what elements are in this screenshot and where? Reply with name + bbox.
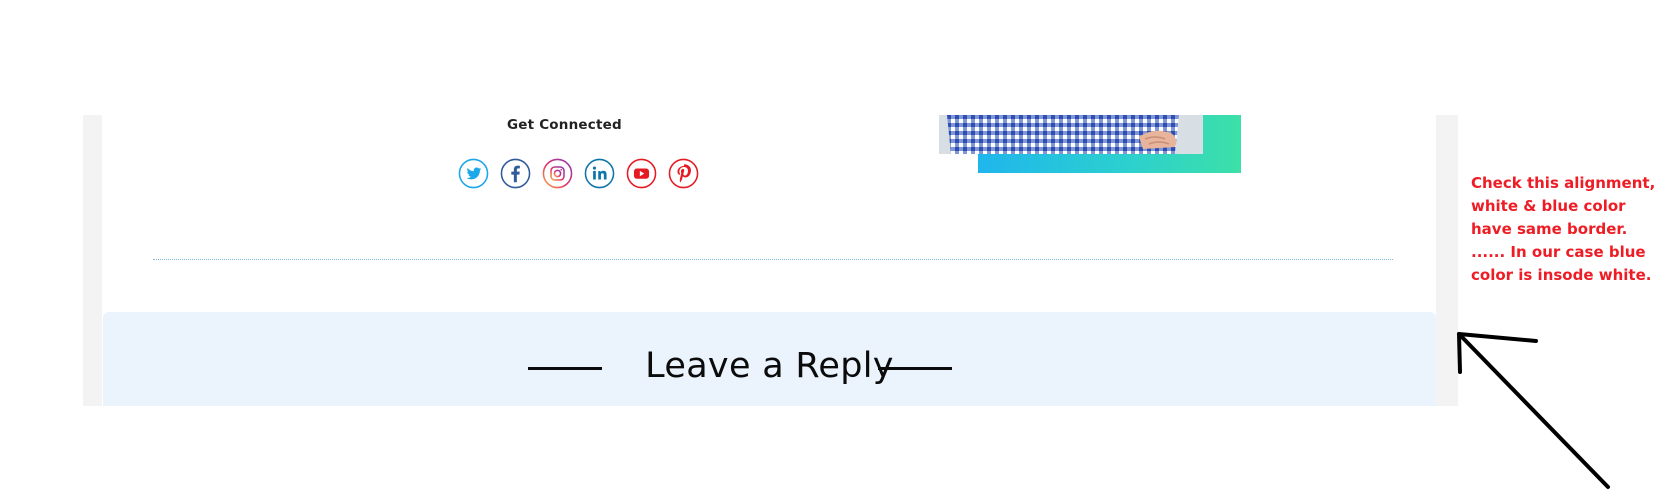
linkedin-icon[interactable] xyxy=(584,158,615,189)
get-connected-heading: Get Connected xyxy=(507,117,622,133)
heading-rule-right xyxy=(878,367,952,370)
author-photo-image xyxy=(939,115,1203,154)
leave-a-reply-section: Leave a Reply xyxy=(103,312,1436,406)
annotation-line: color is insode white. xyxy=(1471,266,1652,284)
pinterest-icon[interactable] xyxy=(668,158,699,189)
annotation-line: have same border. xyxy=(1471,220,1628,238)
leave-a-reply-heading: Leave a Reply xyxy=(645,346,894,386)
annotation-line: ...... In our case blue xyxy=(1471,243,1646,261)
annotation-line: Check this alignment, xyxy=(1471,174,1656,192)
screenshot-canvas: Get Connected Leave a Reply Check this a… xyxy=(0,0,1679,501)
author-photo xyxy=(939,115,1244,173)
section-divider xyxy=(153,259,1393,260)
youtube-icon[interactable] xyxy=(626,158,657,189)
twitter-icon[interactable] xyxy=(458,158,489,189)
instagram-icon[interactable] xyxy=(542,158,573,189)
content-card: Get Connected Leave a Reply xyxy=(102,115,1436,406)
social-links xyxy=(458,158,699,190)
page-frame: Get Connected Leave a Reply xyxy=(83,115,1458,406)
annotation-note: Check this alignment, white & blue color… xyxy=(1471,172,1671,287)
annotation-line: white & blue color xyxy=(1471,197,1626,215)
facebook-icon[interactable] xyxy=(500,158,531,189)
